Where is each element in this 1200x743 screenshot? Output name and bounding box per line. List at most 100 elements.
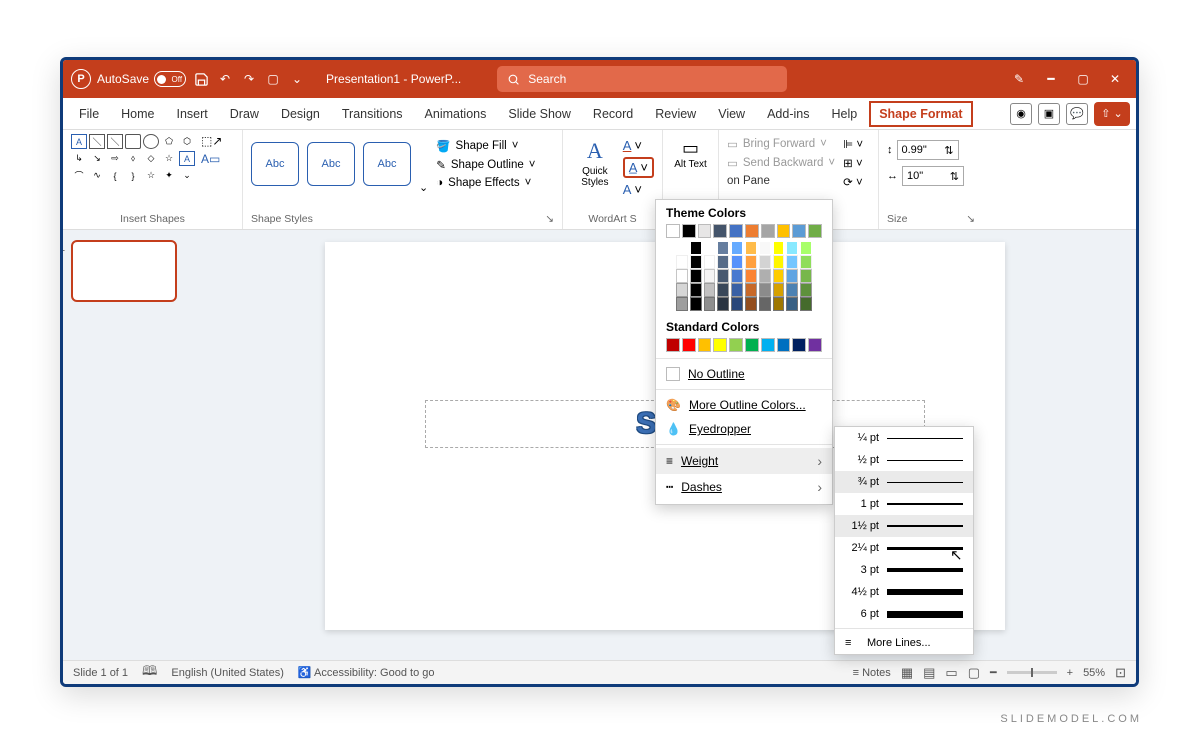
zoom-out-button[interactable]: ━	[990, 666, 997, 679]
color-swatch[interactable]	[759, 269, 771, 283]
text-box-icon[interactable]: A▭	[201, 152, 222, 166]
color-swatch[interactable]	[682, 338, 696, 352]
color-swatch[interactable]	[731, 297, 743, 311]
fit-window-icon[interactable]: ⊡	[1115, 665, 1126, 681]
color-swatch[interactable]	[745, 241, 757, 255]
color-swatch[interactable]	[773, 297, 785, 311]
shape-style-2[interactable]: Abc	[307, 142, 355, 186]
no-outline-item[interactable]: No Outline	[656, 362, 832, 386]
color-swatch[interactable]	[698, 224, 712, 238]
color-swatch[interactable]	[808, 338, 822, 352]
color-swatch[interactable]	[759, 255, 771, 269]
shape-style-more[interactable]: ⌄	[419, 181, 428, 194]
more-outline-colors-item[interactable]: 🎨More Outline Colors...	[656, 393, 832, 417]
present-icon[interactable]: ▢	[264, 70, 282, 88]
rotate-button[interactable]: ⟳ ˅	[843, 174, 863, 190]
color-swatch[interactable]	[745, 297, 757, 311]
color-swatch[interactable]	[698, 338, 712, 352]
tab-home[interactable]: Home	[111, 101, 164, 127]
slide-counter[interactable]: Slide 1 of 1	[73, 667, 128, 679]
tab-addins[interactable]: Add-ins	[757, 101, 819, 127]
bring-forward-button[interactable]: ▭Bring Forward ˅	[727, 136, 835, 152]
shape-style-1[interactable]: Abc	[251, 142, 299, 186]
tab-animations[interactable]: Animations	[415, 101, 497, 127]
color-swatch[interactable]	[666, 338, 680, 352]
more-lines-item[interactable]: ≡More Lines...	[835, 632, 973, 654]
color-swatch[interactable]	[717, 283, 729, 297]
text-outline-button[interactable]: A̲ ˅	[623, 157, 654, 178]
slide-thumbnail-1[interactable]: 1	[71, 240, 177, 302]
color-swatch[interactable]	[773, 269, 785, 283]
color-swatch[interactable]	[808, 224, 822, 238]
color-swatch[interactable]	[745, 255, 757, 269]
color-swatch[interactable]	[704, 255, 716, 269]
color-swatch[interactable]	[690, 241, 702, 255]
color-swatch[interactable]	[731, 241, 743, 255]
color-swatch[interactable]	[682, 224, 696, 238]
color-swatch[interactable]	[676, 241, 688, 255]
width-input[interactable]: 10"⇅	[902, 166, 964, 186]
shapes-gallery[interactable]: A＼＼⬠⬡ ↳↘⇨⬨◇☆A ⌒∿{}☆✦⌄	[71, 134, 195, 183]
alt-text-button[interactable]: Alt Text	[674, 159, 707, 170]
tab-insert[interactable]: Insert	[167, 101, 218, 127]
color-swatch[interactable]	[800, 269, 812, 283]
accessibility-button[interactable]: ♿ Accessibility: Good to go	[298, 666, 435, 679]
quick-styles-icon[interactable]: A	[587, 138, 603, 164]
edit-shape-icon[interactable]: ⬚↗	[201, 134, 222, 148]
weight-option[interactable]: 3 pt	[835, 559, 973, 581]
color-swatch[interactable]	[731, 269, 743, 283]
camera-icon[interactable]: ▣	[1038, 103, 1060, 125]
close-button[interactable]: ✕	[1102, 66, 1128, 92]
reading-view-icon[interactable]: ▭	[945, 665, 957, 681]
weight-option[interactable]: 1 pt	[835, 493, 973, 515]
tab-slideshow[interactable]: Slide Show	[498, 101, 581, 127]
zoom-slider[interactable]	[1007, 671, 1057, 674]
save-icon[interactable]	[192, 70, 210, 88]
selection-pane-button[interactable]: on Pane	[727, 174, 835, 188]
shape-fill-button[interactable]: 🪣Shape Fill ˅	[436, 138, 535, 154]
color-swatch[interactable]	[676, 269, 688, 283]
color-swatch[interactable]	[676, 297, 688, 311]
comments-icon[interactable]: 💬	[1066, 103, 1088, 125]
color-swatch[interactable]	[676, 255, 688, 269]
color-swatch[interactable]	[786, 255, 798, 269]
tab-view[interactable]: View	[708, 101, 755, 127]
dialog-launcher-icon[interactable]: ↘	[545, 213, 554, 225]
color-swatch[interactable]	[759, 297, 771, 311]
tab-draw[interactable]: Draw	[220, 101, 269, 127]
redo-icon[interactable]: ↷	[240, 70, 258, 88]
text-effects-button[interactable]: A ˅	[623, 182, 654, 197]
color-swatch[interactable]	[786, 269, 798, 283]
color-swatch[interactable]	[761, 338, 775, 352]
color-swatch[interactable]	[704, 283, 716, 297]
record-icon[interactable]: ◉	[1010, 103, 1032, 125]
weight-option[interactable]: ¼ pt	[835, 427, 973, 449]
color-swatch[interactable]	[745, 338, 759, 352]
weight-option[interactable]: ¾ pt	[835, 471, 973, 493]
weight-item[interactable]: ≡Weight	[656, 448, 832, 474]
color-swatch[interactable]	[731, 283, 743, 297]
color-swatch[interactable]	[777, 224, 791, 238]
notes-button[interactable]: ≡ Notes	[853, 667, 891, 679]
color-swatch[interactable]	[773, 255, 785, 269]
minimize-button[interactable]: ━	[1038, 66, 1064, 92]
tab-transitions[interactable]: Transitions	[332, 101, 413, 127]
color-swatch[interactable]	[690, 283, 702, 297]
color-swatch[interactable]	[717, 297, 729, 311]
slideshow-view-icon[interactable]: ▢	[968, 665, 980, 681]
color-swatch[interactable]	[666, 224, 680, 238]
alt-text-icon[interactable]: ▭	[682, 138, 699, 159]
group-button[interactable]: ⊞ ˅	[843, 155, 863, 171]
tab-design[interactable]: Design	[271, 101, 330, 127]
quick-styles-button[interactable]: Quick Styles	[571, 166, 619, 188]
color-swatch[interactable]	[777, 338, 791, 352]
color-swatch[interactable]	[759, 241, 771, 255]
color-swatch[interactable]	[786, 283, 798, 297]
color-swatch[interactable]	[690, 255, 702, 269]
color-swatch[interactable]	[717, 241, 729, 255]
tab-shape-format[interactable]: Shape Format	[869, 101, 972, 127]
color-swatch[interactable]	[759, 283, 771, 297]
shape-outline-button[interactable]: ✎Shape Outline ˅	[436, 157, 535, 173]
undo-icon[interactable]: ↶	[216, 70, 234, 88]
send-backward-button[interactable]: ▭Send Backward ˅	[727, 155, 835, 171]
